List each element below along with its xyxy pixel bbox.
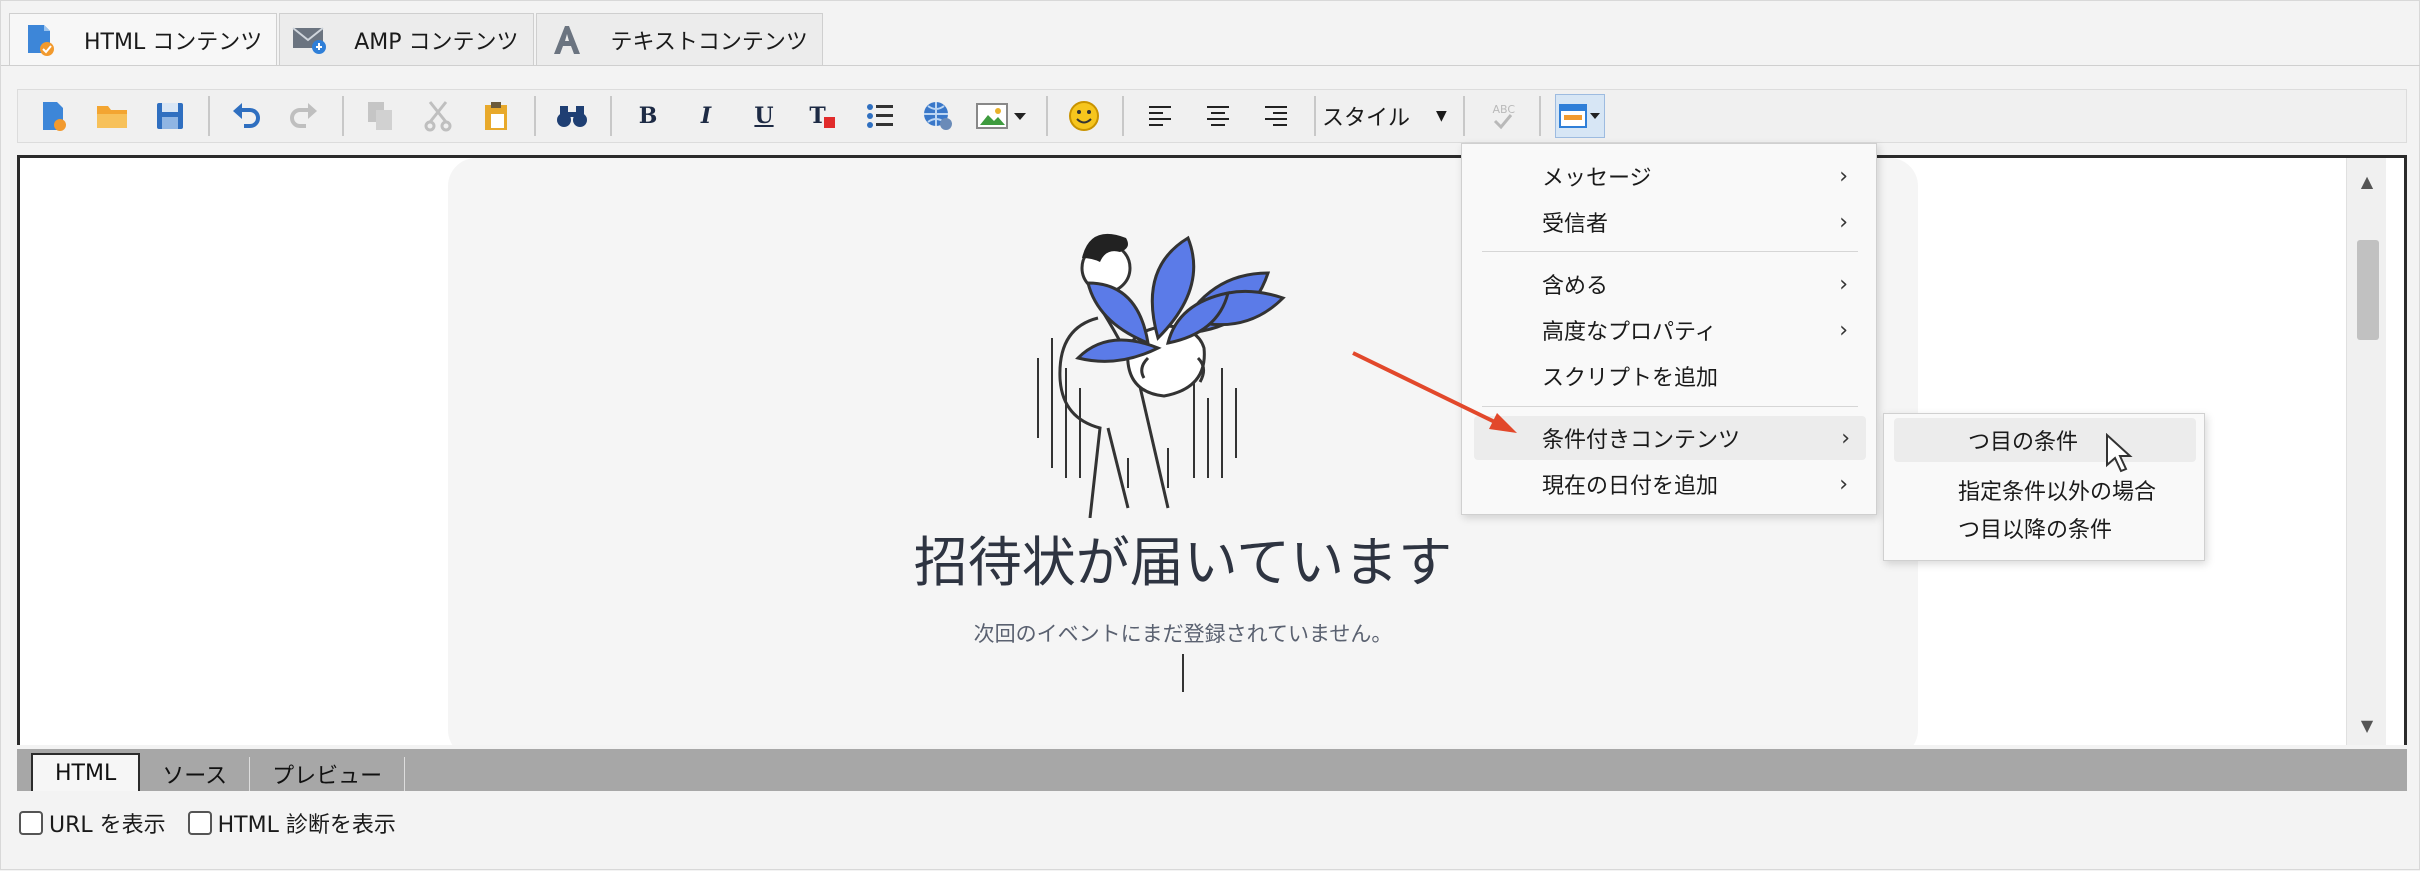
menu-item-label: 条件付きコンテンツ — [1542, 428, 1741, 453]
content-tabs: HTML コンテンツ AMP コンテンツ テキストコンテンツ — [9, 13, 825, 66]
align-right-icon[interactable] — [1254, 94, 1298, 138]
submenu-item-label: つ目の条件 — [1968, 430, 2079, 455]
tab-text-content-label: テキストコンテンツ — [610, 29, 808, 55]
toolbar-separator — [1538, 96, 1541, 136]
chevron-right-icon: › — [1839, 317, 1848, 343]
text-color-swatch — [823, 116, 835, 128]
chevron-right-icon: › — [1839, 209, 1848, 235]
tab-html-mode[interactable]: HTML — [31, 753, 141, 791]
menu-separator — [1482, 251, 1858, 252]
insert-image-icon[interactable] — [974, 94, 1030, 138]
menu-item-label: スクリプトを追加 — [1542, 366, 1719, 391]
tab-amp-content[interactable]: AMP コンテンツ — [279, 13, 534, 65]
editor-window: HTML コンテンツ AMP コンテンツ テキストコンテンツ B I U T ス… — [0, 0, 2420, 870]
bulleted-list-icon[interactable] — [858, 94, 902, 138]
tab-amp-content-label: AMP コンテンツ — [354, 29, 519, 55]
toolbar-separator — [1314, 96, 1316, 136]
chevron-right-icon: › — [1839, 271, 1848, 297]
text-color-button[interactable]: T — [800, 94, 844, 138]
toolbar-separator — [342, 96, 344, 136]
toolbar-separator — [1462, 96, 1465, 136]
editor-toolbar: B I U T スタイル ▼ ABC — [17, 89, 2407, 143]
tab-divider — [1, 65, 2420, 66]
submenu-item-first-condition[interactable]: つ目の条件 — [1894, 418, 2196, 462]
align-left-icon[interactable] — [1138, 94, 1182, 138]
chevron-down-icon: ▼ — [1436, 108, 1447, 124]
undo-icon[interactable] — [224, 94, 268, 138]
scroll-up-icon[interactable]: ▲ — [2347, 166, 2387, 196]
cut-icon[interactable] — [416, 94, 460, 138]
emoji-smiley-icon[interactable] — [1062, 94, 1106, 138]
menu-item-label: メッセージ — [1542, 166, 1652, 191]
underline-button[interactable]: U — [742, 94, 786, 138]
checkbox-box[interactable] — [187, 811, 212, 835]
personalization-fields-button[interactable] — [1554, 94, 1605, 138]
menu-item-recipient[interactable]: 受信者 › — [1462, 200, 1876, 244]
toolbar-separator — [610, 96, 612, 136]
show-html-diagnostics-label: HTML 診断を表示 — [217, 813, 396, 838]
chevron-right-icon: › — [1839, 163, 1848, 189]
display-options: URL を表示 HTML 診断を表示 — [19, 807, 418, 839]
menu-item-label: 現在の日付を追加 — [1542, 474, 1719, 499]
submenu-item-label: 指定条件以外の場合 — [1958, 480, 2157, 505]
conditional-content-submenu: つ目の条件 指定条件以外の場合 つ目以降の条件 — [1883, 413, 2205, 561]
show-url-checkbox[interactable]: URL を表示 — [19, 807, 166, 839]
chevron-right-icon: › — [1839, 471, 1848, 497]
text-a-icon — [549, 22, 585, 58]
amp-mail-icon — [292, 22, 328, 58]
person-holding-plant-illustration — [1037, 233, 1286, 518]
tab-html-content-label: HTML コンテンツ — [84, 29, 263, 55]
chevron-right-icon: › — [1841, 425, 1850, 451]
menu-item-label: 受信者 — [1542, 212, 1609, 237]
menu-item-message[interactable]: メッセージ › — [1462, 154, 1876, 198]
tab-preview-mode[interactable]: プレビュー — [250, 757, 406, 791]
scrollbar-thumb[interactable] — [2357, 240, 2379, 340]
tab-source-mode[interactable]: ソース — [140, 757, 251, 791]
toolbar-separator — [208, 96, 210, 136]
toolbar-separator — [534, 96, 536, 136]
save-icon[interactable] — [148, 94, 192, 138]
mouse-pointer-icon — [2106, 433, 2133, 473]
italic-button[interactable]: I — [684, 94, 728, 138]
invitation-heading: 招待状が届いています — [913, 531, 1453, 594]
checkbox-box[interactable] — [19, 811, 43, 835]
menu-item-add-current-date[interactable]: 現在の日付を追加 › — [1462, 462, 1876, 506]
personalization-menu: メッセージ › 受信者 › 含める › 高度なプロパティ › スクリプトを追加 … — [1461, 143, 1877, 515]
menu-item-conditional-content[interactable]: 条件付きコンテンツ › — [1474, 416, 1866, 460]
tab-html-content[interactable]: HTML コンテンツ — [9, 13, 278, 66]
menu-item-add-script[interactable]: スクリプトを追加 — [1462, 354, 1876, 398]
tab-text-content[interactable]: テキストコンテンツ — [535, 13, 823, 65]
redo-icon[interactable] — [282, 94, 326, 138]
menu-item-advanced-properties[interactable]: 高度なプロパティ › — [1462, 308, 1876, 352]
vertical-scrollbar[interactable]: ▲ ▼ — [2346, 158, 2386, 745]
style-dropdown-label: スタイル — [1322, 106, 1411, 131]
menu-item-label: 含める — [1542, 274, 1609, 299]
show-html-diagnostics-checkbox[interactable]: HTML 診断を表示 — [187, 807, 396, 839]
spellcheck-text: ABC — [1492, 102, 1516, 116]
menu-item-label: 高度なプロパティ — [1542, 320, 1717, 345]
find-binoculars-icon[interactable] — [550, 94, 594, 138]
bold-button[interactable]: B — [626, 94, 670, 138]
paste-icon[interactable] — [474, 94, 518, 138]
menu-item-include[interactable]: 含める › — [1462, 262, 1876, 306]
show-url-label: URL を表示 — [49, 813, 166, 838]
insert-link-globe-icon[interactable] — [916, 94, 960, 138]
submenu-item-label: つ目以降の条件 — [1958, 518, 2113, 543]
menu-separator — [1482, 406, 1858, 407]
new-document-icon[interactable] — [32, 94, 76, 138]
invitation-subtext: 次回のイベントにまだ登録されていません。 — [973, 622, 1393, 646]
text-cursor — [1182, 654, 1184, 692]
toolbar-separator — [1046, 96, 1048, 136]
html-content-icon — [22, 22, 58, 58]
copy-icon[interactable] — [358, 94, 402, 138]
toolbar-separator — [1122, 96, 1124, 136]
view-mode-tabs: HTML ソース プレビュー — [17, 749, 2407, 791]
spellcheck-icon[interactable]: ABC — [1479, 94, 1523, 138]
submenu-item-subsequent-condition[interactable]: つ目以降の条件 — [1958, 506, 2112, 550]
scroll-down-icon[interactable]: ▼ — [2347, 710, 2387, 740]
align-center-icon[interactable] — [1196, 94, 1240, 138]
style-dropdown[interactable]: スタイル ▼ — [1322, 96, 1447, 136]
open-folder-icon[interactable] — [90, 94, 134, 138]
